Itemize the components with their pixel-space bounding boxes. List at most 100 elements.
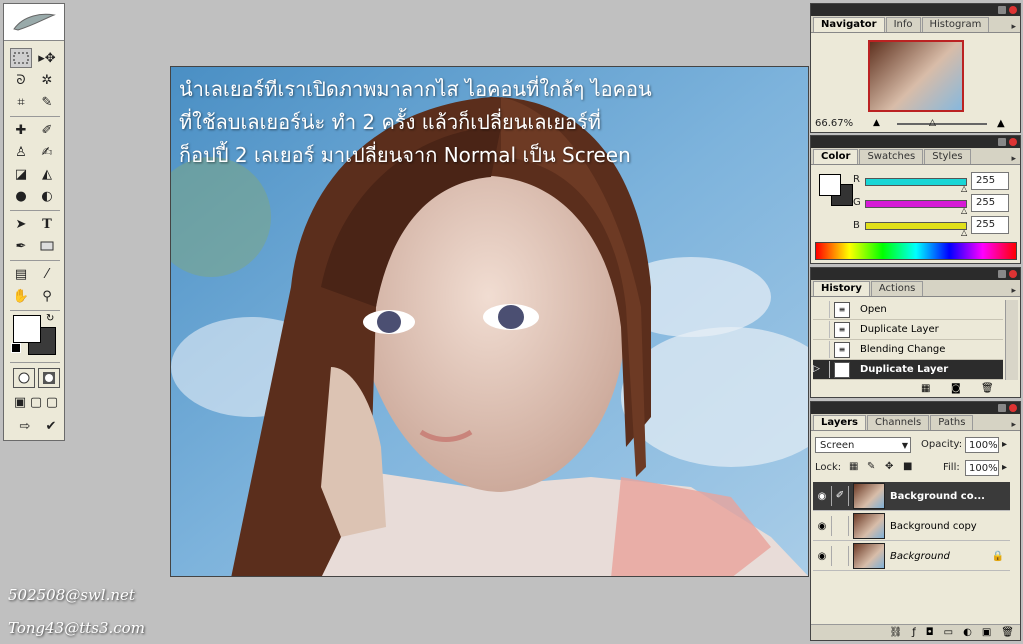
history-item[interactable]: ≡ Open [813, 300, 1003, 320]
r-value-field[interactable]: 255 [971, 172, 1009, 190]
tab-navigator[interactable]: Navigator [813, 17, 885, 32]
zoom-slider-thumb[interactable]: △ [929, 118, 936, 128]
tab-channels[interactable]: Channels [867, 415, 930, 430]
type-tool-icon[interactable]: T [36, 214, 58, 234]
minimize-icon[interactable] [998, 270, 1006, 278]
lock-transparency-icon[interactable]: ▦ [849, 461, 858, 472]
tab-histogram[interactable]: Histogram [921, 17, 990, 32]
minimize-icon[interactable] [998, 404, 1006, 412]
new-group-icon[interactable]: ▭ [944, 625, 953, 640]
spectrum-ramp[interactable] [815, 242, 1017, 260]
history-item-current[interactable]: ▷ ≡ Duplicate Layer [813, 360, 1003, 380]
fill-arrow-icon[interactable]: ▸ [1002, 462, 1007, 473]
paint-bucket-tool-icon[interactable]: ◭ [36, 164, 58, 184]
new-layer-icon[interactable]: ▣ [982, 625, 991, 640]
healing-brush-tool-icon[interactable]: ✚ [10, 120, 32, 140]
visibility-eye-icon[interactable]: ◉ [813, 551, 831, 562]
slice-tool-icon[interactable]: ✎ [36, 92, 58, 112]
panel-menu-arrow-icon[interactable]: ▸ [1011, 154, 1020, 164]
history-scrollbar[interactable] [1005, 300, 1018, 380]
opacity-field[interactable]: 100% [965, 437, 999, 453]
zoom-slider[interactable] [897, 123, 987, 125]
tab-styles[interactable]: Styles [924, 149, 971, 164]
brush-link-icon[interactable]: ✐ [831, 486, 849, 506]
link-slot[interactable] [831, 516, 849, 536]
visibility-eye-icon[interactable]: ◉ [813, 521, 831, 532]
link-layers-icon[interactable]: ⛓ [890, 625, 903, 640]
crop-tool-icon[interactable]: ⌗ [10, 92, 32, 112]
tab-history[interactable]: History [813, 281, 870, 296]
tab-color[interactable]: Color [813, 149, 859, 164]
checkmark-icon[interactable]: ✔ [40, 416, 62, 436]
navigator-thumbnail[interactable] [868, 40, 964, 112]
layer-mask-icon[interactable]: ◘ [926, 625, 934, 640]
dodge-tool-icon[interactable]: ◐ [36, 186, 58, 206]
hand-tool-icon[interactable]: ✋ [10, 286, 32, 306]
move-tool-icon[interactable]: ▸✥ [36, 48, 58, 68]
zoom-out-icon[interactable]: ▲ [873, 118, 880, 128]
snapshot-camera-icon[interactable]: ◙ [951, 383, 961, 394]
screen-mode-full-icon[interactable]: ▢ [41, 392, 63, 412]
visibility-eye-icon[interactable]: ◉ [813, 491, 831, 502]
b-slider[interactable] [865, 222, 967, 230]
lock-pixels-icon[interactable]: ✎ [867, 461, 875, 472]
blend-mode-select[interactable]: Screen ▼ [815, 437, 911, 453]
slider-thumb[interactable]: △ [961, 206, 967, 215]
opacity-arrow-icon[interactable]: ▸ [1002, 439, 1007, 450]
foreground-color-swatch[interactable] [13, 315, 41, 343]
history-item[interactable]: ≡ Blending Change [813, 340, 1003, 360]
swap-colors-icon[interactable]: ↻ [46, 313, 54, 324]
jump-to-imageready-icon[interactable]: ⇨ [12, 416, 38, 436]
layer-style-icon[interactable]: ƒ [912, 625, 916, 640]
pen-tool-icon[interactable]: ✒ [10, 236, 32, 256]
path-selection-tool-icon[interactable]: ➤ [10, 214, 32, 234]
eraser-tool-icon[interactable]: ◪ [10, 164, 32, 184]
slider-thumb[interactable]: △ [961, 228, 967, 237]
tab-info[interactable]: Info [885, 17, 921, 32]
layer-row[interactable]: ◉ Background 🔒 [813, 542, 1010, 571]
clone-stamp-tool-icon[interactable]: ♙ [10, 142, 32, 162]
notes-tool-icon[interactable]: ▤ [10, 264, 32, 284]
document-canvas[interactable]: นำเลเยอร์ทีเราเปิดภาพมาลากไส ไอคอนที่ใกล… [170, 66, 809, 577]
blur-tool-icon[interactable]: ● [10, 186, 32, 206]
fg-color-chip[interactable] [819, 174, 841, 196]
close-icon[interactable] [1009, 138, 1017, 146]
link-slot[interactable] [831, 546, 849, 566]
minimize-icon[interactable] [998, 138, 1006, 146]
lasso-tool-icon[interactable]: ᘐ [10, 70, 32, 90]
zoom-level[interactable]: 66.67% [815, 118, 855, 129]
close-icon[interactable] [1009, 404, 1017, 412]
rectangle-tool-icon[interactable] [36, 236, 58, 256]
g-value-field[interactable]: 255 [971, 194, 1009, 212]
lock-all-icon[interactable]: ■ [903, 461, 912, 472]
panel-menu-arrow-icon[interactable]: ▸ [1011, 22, 1020, 32]
layer-row[interactable]: ◉ ✐ Background co... [813, 482, 1010, 511]
magic-wand-tool-icon[interactable]: ✲ [36, 70, 58, 90]
history-brush-tool-icon[interactable]: ✍ [36, 142, 58, 162]
tab-paths[interactable]: Paths [930, 415, 974, 430]
standard-mode-icon[interactable] [13, 368, 35, 388]
b-value-field[interactable]: 255 [971, 216, 1009, 234]
minimize-icon[interactable] [998, 6, 1006, 14]
fill-field[interactable]: 100% [965, 460, 999, 476]
slider-thumb[interactable]: △ [961, 184, 967, 193]
g-slider[interactable] [865, 200, 967, 208]
history-item[interactable]: ≡ Duplicate Layer [813, 320, 1003, 340]
r-slider[interactable] [865, 178, 967, 186]
close-icon[interactable] [1009, 6, 1017, 14]
adjustment-layer-icon[interactable]: ◐ [963, 625, 972, 640]
quick-mask-icon[interactable] [38, 368, 60, 388]
tab-swatches[interactable]: Swatches [859, 149, 924, 164]
zoom-in-icon[interactable]: ▲ [997, 118, 1005, 129]
panel-menu-arrow-icon[interactable]: ▸ [1011, 286, 1020, 296]
panel-menu-arrow-icon[interactable]: ▸ [1011, 420, 1020, 430]
tab-layers[interactable]: Layers [813, 415, 866, 430]
close-icon[interactable] [1009, 270, 1017, 278]
tab-actions[interactable]: Actions [870, 281, 924, 296]
trash-icon[interactable]: 🗑 [981, 383, 994, 394]
brush-tool-icon[interactable]: ✐ [36, 120, 58, 140]
lock-position-icon[interactable]: ✥ [885, 461, 893, 472]
layer-row[interactable]: ◉ Background copy [813, 512, 1010, 541]
delete-layer-icon[interactable]: 🗑 [1001, 625, 1014, 640]
marquee-tool-icon[interactable] [10, 48, 32, 68]
